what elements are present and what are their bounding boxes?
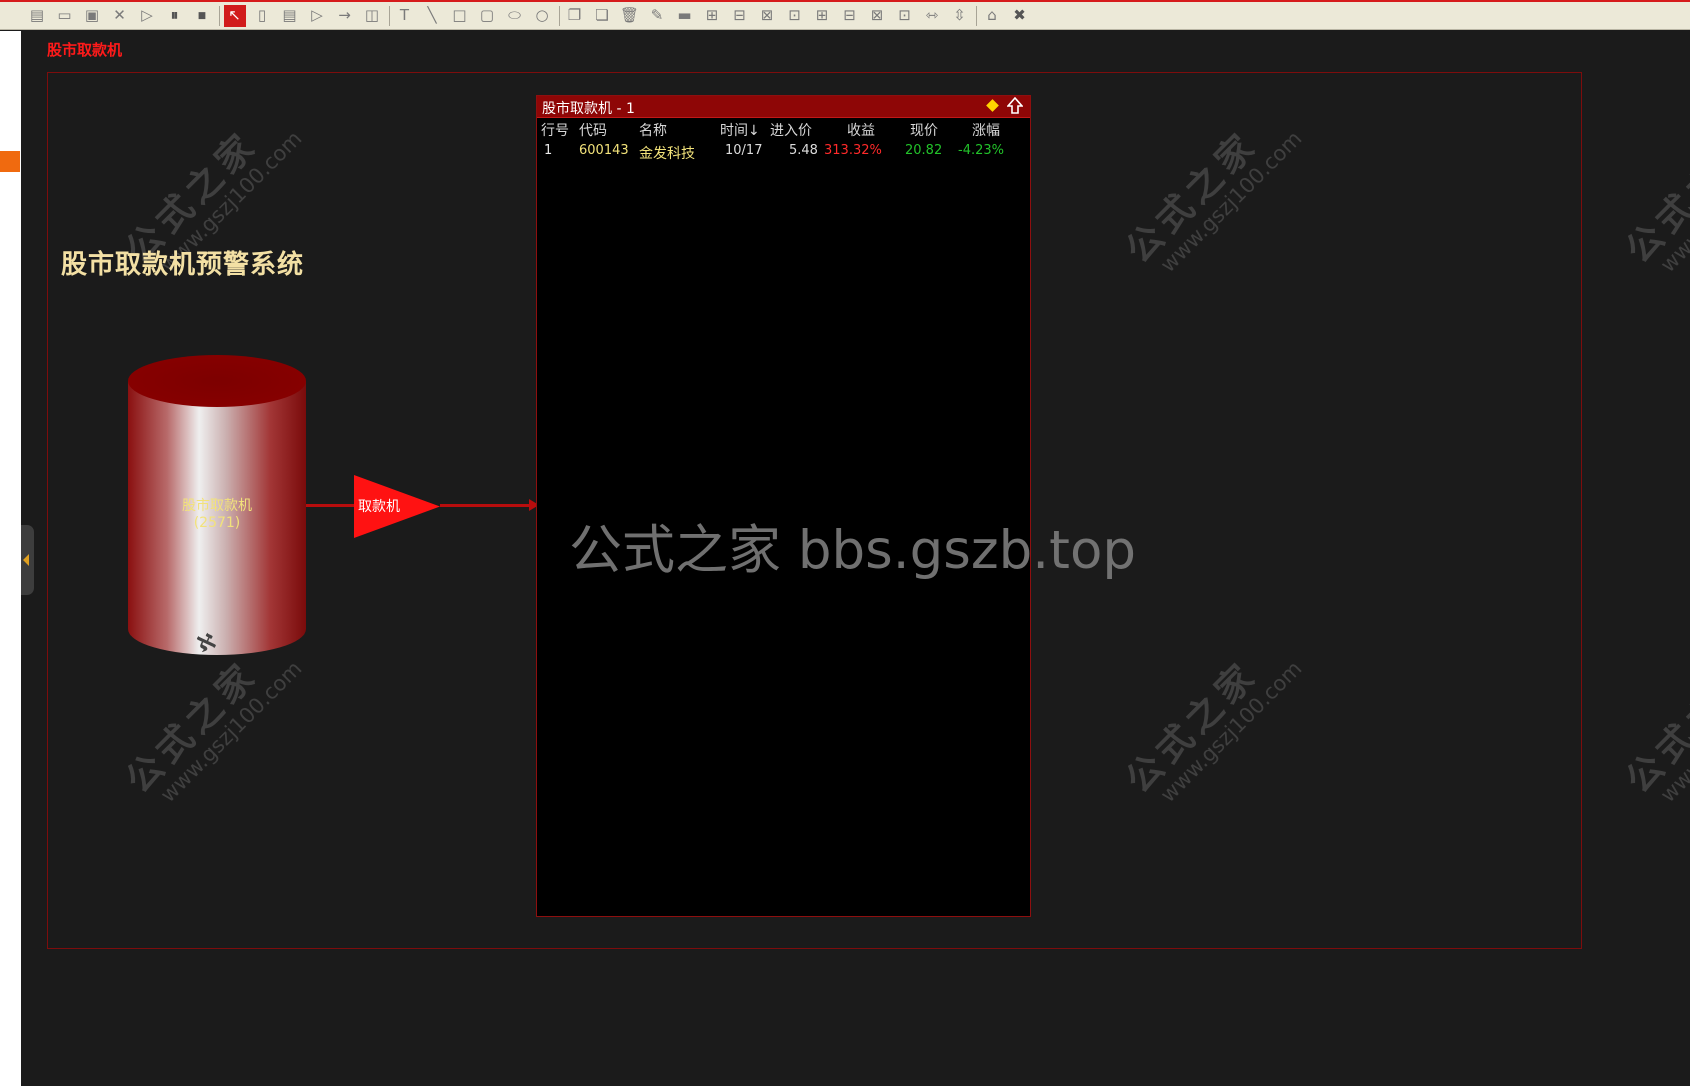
result-panel[interactable]: 股市取款机 - 1 行号 代码 名称 时间↓ 进入价 收益 现价 涨幅 1 60… <box>536 95 1031 917</box>
grouped-rect-icon[interactable]: ◫ <box>361 5 383 27</box>
change-cell[interactable]: -4.23% <box>958 143 1004 158</box>
list-box-icon[interactable]: ▤ <box>279 5 301 27</box>
distribute-h-icon[interactable]: ⊠ <box>866 5 888 27</box>
pause-icon[interactable]: ⏸ <box>164 5 186 27</box>
same-height-icon[interactable]: ⇳ <box>949 5 971 27</box>
triangle-icon[interactable]: ▷ <box>306 5 328 27</box>
code-cell[interactable]: 600143 <box>579 143 629 158</box>
entry-price-cell[interactable]: 5.48 <box>789 143 818 158</box>
upload-arrow-icon[interactable] <box>1007 97 1023 115</box>
column-header-row-no[interactable]: 行号 <box>541 120 569 140</box>
diamond-icon[interactable] <box>986 99 999 112</box>
align-left-icon[interactable]: ⊞ <box>701 5 723 27</box>
price-cell[interactable]: 20.82 <box>905 143 942 158</box>
new-doc-icon[interactable]: ▤ <box>26 5 48 27</box>
system-title: 股市取款机预警系统 <box>61 250 305 280</box>
chart-icon[interactable]: ⌂ <box>981 5 1003 27</box>
column-header-price[interactable]: 现价 <box>910 120 938 140</box>
name-cell[interactable]: 金发科技 <box>639 143 695 163</box>
row-no-cell[interactable]: 1 <box>544 143 552 158</box>
center-watermark: 公式之家 bbs.gszb.top <box>569 520 1137 581</box>
toolbar-separator <box>218 5 220 26</box>
arrow-right-icon[interactable]: → <box>334 5 356 27</box>
copy-icon[interactable]: ❐ <box>564 5 586 27</box>
same-width-icon[interactable]: ⇿ <box>921 5 943 27</box>
column-header-gain[interactable]: 收益 <box>847 120 875 140</box>
gain-cell[interactable]: 313.32% <box>824 143 882 158</box>
ellipse-icon[interactable]: ⬭ <box>504 5 526 27</box>
sidebar-collapse-handle[interactable] <box>21 525 34 595</box>
save-icon[interactable]: ▣ <box>81 5 103 27</box>
connector-line <box>306 504 354 507</box>
column-header-entry-price[interactable]: 进入价 <box>770 120 812 140</box>
cylinder-count: (2571) <box>193 515 241 531</box>
align-center-icon[interactable]: ⊟ <box>729 5 751 27</box>
trash-icon[interactable]: 🗑 <box>619 5 641 27</box>
stop-icon[interactable]: ⏹ <box>191 5 213 27</box>
time-cell[interactable]: 10/17 <box>725 143 762 158</box>
panel-header: 股市取款机 - 1 <box>537 96 1030 118</box>
column-header-time[interactable]: 时间↓ <box>720 120 760 140</box>
line-icon[interactable]: ╲ <box>421 5 443 27</box>
align-right-icon[interactable]: ⊠ <box>756 5 778 27</box>
circle-icon[interactable]: ○ <box>531 5 553 27</box>
bar-icon[interactable]: ▬ <box>674 5 696 27</box>
column-header-change[interactable]: 涨幅 <box>972 120 1000 140</box>
left-sidebar-marker[interactable] <box>0 151 20 172</box>
align-middle-icon[interactable]: ⊞ <box>811 5 833 27</box>
left-sidebar-strip <box>0 31 21 1086</box>
toolbar-separator <box>558 5 560 26</box>
align-bottom-icon[interactable]: ⊟ <box>839 5 861 27</box>
select-pointer-icon[interactable]: ↖ <box>223 4 246 27</box>
distribute-v-icon[interactable]: ⊡ <box>894 5 916 27</box>
toolbar-separator <box>388 5 390 26</box>
cylinder-name: 股市取款机 <box>182 498 252 514</box>
round-rect-icon[interactable]: ▢ <box>476 5 498 27</box>
column-header-name[interactable]: 名称 <box>639 120 667 140</box>
trigger-label: 取款机 <box>358 499 400 515</box>
watermark: 公式之家www.gszj100.com <box>1617 652 1690 808</box>
cylinder-top <box>128 355 306 407</box>
open-folder-icon[interactable]: ▭ <box>54 5 76 27</box>
text-icon[interactable]: T <box>394 5 416 27</box>
watermark: 公式之家www.gszj100.com <box>1617 122 1690 278</box>
page-title: 股市取款机 <box>47 41 123 59</box>
close-icon[interactable]: ✖ <box>1009 5 1031 27</box>
rectangle-icon[interactable]: □ <box>449 5 471 27</box>
paste-icon[interactable]: ❏ <box>591 5 613 27</box>
toolbar: ▤ ▭ ▣ ✕ ▷ ⏸ ⏹ ↖ ▯ ▤ ▷ → ◫ T ╲ □ ▢ ⬭ ○ ❐ … <box>0 2 1690 30</box>
rounded-rect-icon[interactable]: ▯ <box>251 5 273 27</box>
align-top-icon[interactable]: ⊡ <box>784 5 806 27</box>
cylinder-label: 股市取款机 (2571) <box>128 498 306 532</box>
delete-x-icon[interactable]: ✕ <box>109 5 131 27</box>
trigger-node[interactable]: 取款机 <box>354 475 440 538</box>
panel-title: 股市取款机 - 1 <box>542 101 635 117</box>
column-header-code[interactable]: 代码 <box>579 120 607 140</box>
database-cylinder[interactable]: 股市取款机 (2571) <box>128 355 306 655</box>
brush-icon[interactable]: ✎ <box>646 5 668 27</box>
toolbar-separator <box>976 5 977 26</box>
play-icon[interactable]: ▷ <box>136 5 158 27</box>
connector-line <box>440 504 532 507</box>
